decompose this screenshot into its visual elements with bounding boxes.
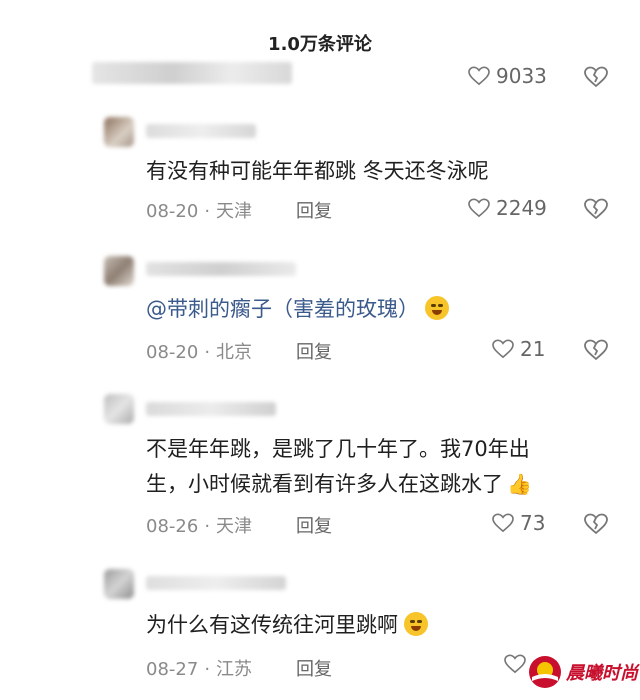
heart-outline-icon <box>504 654 526 674</box>
broken-heart-icon[interactable] <box>584 66 608 88</box>
broken-heart-icon[interactable] <box>584 339 608 361</box>
username-blur <box>146 402 276 416</box>
comments-title: 1.0万条评论 <box>268 34 372 55</box>
like-button[interactable]: 2249 <box>468 196 547 220</box>
reply-button[interactable]: 回复 <box>296 655 332 681</box>
comment-location: 北京 <box>216 342 253 363</box>
comment-date: 08-20 <box>146 342 199 363</box>
comment-location: 天津 <box>216 201 253 222</box>
heart-outline-icon <box>492 513 514 533</box>
comment-text: 有没有种可能年年都跳 冬天还冬泳呢 <box>146 159 489 183</box>
laughing-emoji <box>404 612 428 636</box>
comment-meta: 08-20 · 天津 <box>146 201 253 222</box>
reply-button[interactable]: 回复 <box>296 338 332 364</box>
heart-outline-icon <box>492 339 514 359</box>
shy-face-emoji <box>425 296 449 320</box>
watermark-text: 晨曦时尚 <box>566 663 638 684</box>
comment-meta: 08-20 · 北京 <box>146 342 253 363</box>
username-blur <box>146 262 296 276</box>
watermark: 晨曦时尚 <box>528 655 638 689</box>
like-count: 2249 <box>496 196 547 220</box>
reply-button[interactable]: 回复 <box>296 197 332 223</box>
like-button[interactable]: 73 <box>492 511 545 535</box>
reply-button[interactable]: 回复 <box>296 512 332 538</box>
comment-date: 08-27 <box>146 659 199 680</box>
username-blur <box>146 124 256 138</box>
mention-link[interactable]: @带刺的瘸子（害羞的玫瑰） <box>146 297 419 321</box>
heart-outline-icon <box>468 198 490 218</box>
comment-line: 生，小时候就看到有许多人在这跳水了 👍 <box>146 467 596 502</box>
top-comment-user-blur <box>92 62 292 84</box>
comment-meta: 08-27 · 江苏 <box>146 659 253 680</box>
username-blur <box>146 576 286 590</box>
comment-date: 08-26 <box>146 516 199 537</box>
broken-heart-icon[interactable] <box>584 198 608 220</box>
comment-text: @带刺的瘸子（害羞的玫瑰） <box>146 292 596 327</box>
broken-heart-icon[interactable] <box>584 513 608 535</box>
avatar[interactable] <box>104 569 134 599</box>
avatar[interactable] <box>104 117 134 147</box>
like-count: 73 <box>520 511 546 535</box>
avatar[interactable] <box>104 394 134 424</box>
comment-text: 不是年年跳，是跳了几十年了。我70年出 生，小时候就看到有许多人在这跳水了 👍 <box>146 432 596 502</box>
comment-location: 天津 <box>216 516 253 537</box>
like-count: 9033 <box>496 64 547 88</box>
like-button[interactable]: 21 <box>492 337 545 361</box>
comment-text: 为什么有这传统往河里跳啊 <box>146 608 596 643</box>
thumbs-up-emoji: 👍 <box>507 472 532 496</box>
sunrise-logo-icon <box>529 656 561 688</box>
comment-line: 不是年年跳，是跳了几十年了。我70年出 <box>146 437 530 461</box>
comment-location: 江苏 <box>216 659 253 680</box>
top-comment-likes[interactable]: 9033 <box>468 64 547 88</box>
avatar[interactable] <box>104 256 134 286</box>
comment-date: 08-20 <box>146 201 199 222</box>
comment-meta: 08-26 · 天津 <box>146 516 253 537</box>
like-count: 21 <box>520 337 546 361</box>
heart-outline-icon <box>468 66 490 86</box>
